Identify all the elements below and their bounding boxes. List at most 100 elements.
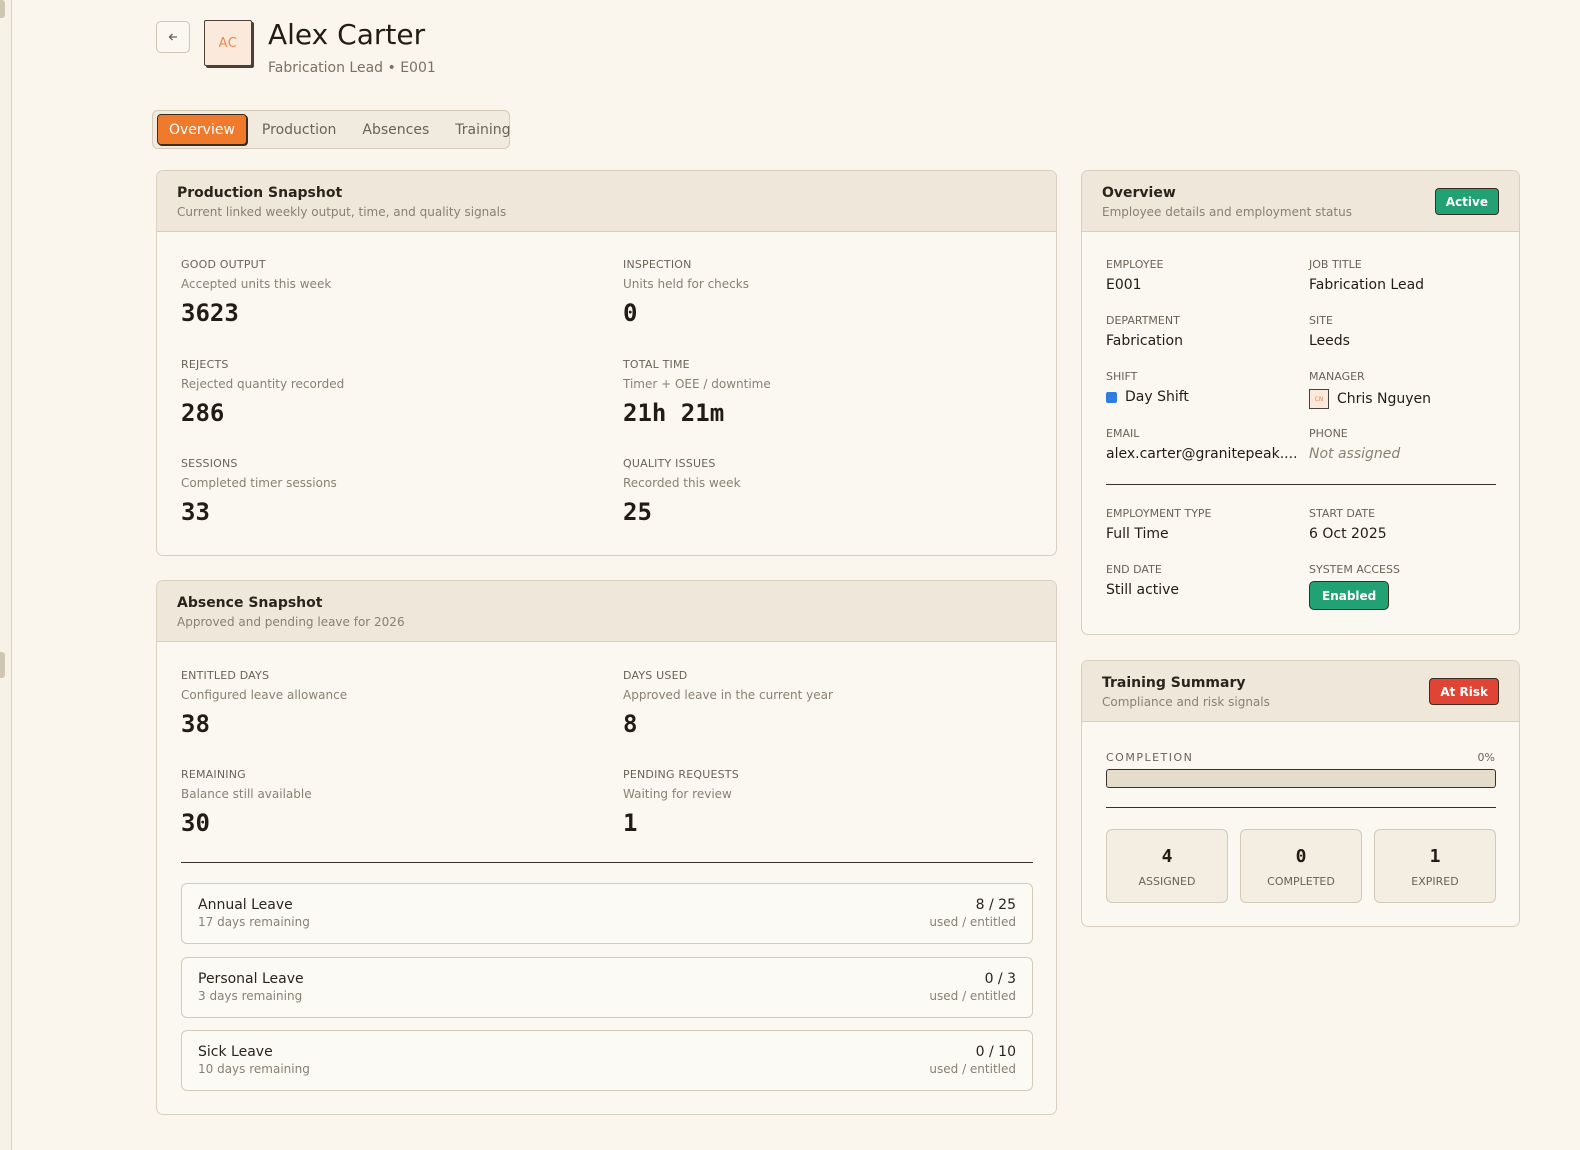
system-access-pill: Enabled bbox=[1309, 581, 1390, 610]
metric-value: 0 bbox=[623, 299, 638, 327]
card-header: Training Summary Compliance and risk sig… bbox=[1082, 661, 1519, 722]
leave-fraction: 0 / 10 bbox=[975, 1044, 1016, 1060]
leave-row-personal: Personal Leave 3 days remaining 0 / 3 us… bbox=[181, 957, 1033, 1018]
card-title: Production Snapshot bbox=[177, 185, 343, 201]
field-value: Day Shift bbox=[1106, 389, 1189, 405]
metric-label: Inspection bbox=[623, 258, 692, 271]
metric-quality-issues: Quality Issues Recorded this week 25 bbox=[623, 457, 741, 526]
card-subtitle: Current linked weekly output, time, and … bbox=[177, 205, 507, 219]
metric-desc: Units held for checks bbox=[623, 277, 749, 291]
metric-label: Good Output bbox=[181, 258, 266, 271]
field-value: Leeds bbox=[1309, 333, 1350, 349]
training-summary-card: Training Summary Compliance and risk sig… bbox=[1081, 660, 1520, 927]
field-site: Site Leeds bbox=[1309, 314, 1350, 349]
manager-name[interactable]: Chris Nguyen bbox=[1337, 391, 1431, 407]
metric-desc: Accepted units this week bbox=[181, 277, 332, 291]
shift-color-swatch bbox=[1106, 391, 1117, 403]
metric-value: 21h 21m bbox=[623, 399, 725, 427]
card-subtitle: Approved and pending leave for 2026 bbox=[177, 615, 405, 629]
metric-label: Quality Issues bbox=[623, 457, 716, 470]
metric-remaining: Remaining Balance still available 30 bbox=[181, 768, 312, 837]
metric-label: Days Used bbox=[623, 669, 688, 682]
metric-desc: Waiting for review bbox=[623, 787, 732, 801]
metric-value: 3623 bbox=[181, 299, 239, 327]
back-button[interactable] bbox=[156, 21, 190, 53]
metric-label: Pending Requests bbox=[623, 768, 739, 781]
leave-unit: used / entitled bbox=[929, 1062, 1016, 1076]
divider bbox=[1106, 484, 1496, 485]
metric-label: Remaining bbox=[181, 768, 246, 781]
metric-desc: Approved leave in the current year bbox=[623, 688, 833, 702]
metric-value: 30 bbox=[181, 809, 210, 837]
metric-value: 1 bbox=[623, 809, 638, 837]
stat-assigned: 4 ASSIGNED bbox=[1106, 829, 1228, 903]
field-label: End Date bbox=[1106, 563, 1162, 576]
stat-label: ASSIGNED bbox=[1138, 875, 1196, 888]
field-value: 6 Oct 2025 bbox=[1309, 526, 1387, 542]
field-value: Fabrication Lead bbox=[1309, 277, 1425, 293]
avatar: AC bbox=[204, 20, 252, 66]
stat-label: COMPLETED bbox=[1267, 875, 1335, 888]
rail-handle-top[interactable] bbox=[0, 0, 5, 18]
metric-desc: Completed timer sessions bbox=[181, 476, 337, 490]
leave-remaining: 10 days remaining bbox=[198, 1062, 310, 1076]
metric-desc: Configured leave allowance bbox=[181, 688, 348, 702]
field-start-date: Start Date 6 Oct 2025 bbox=[1309, 507, 1387, 542]
field-label: Phone bbox=[1309, 427, 1348, 440]
risk-badge: At Risk bbox=[1429, 678, 1499, 705]
metric-days-used: Days Used Approved leave in the current … bbox=[623, 669, 833, 738]
tab-training[interactable]: Training bbox=[444, 114, 521, 145]
field-manager: Manager CN Chris Nguyen bbox=[1309, 370, 1431, 409]
field-label: Department bbox=[1106, 314, 1180, 327]
metric-desc: Balance still available bbox=[181, 787, 312, 801]
rail-handle-mid[interactable] bbox=[0, 652, 5, 678]
field-shift: Shift Day Shift bbox=[1106, 370, 1189, 405]
field-label: Job Title bbox=[1309, 258, 1362, 271]
card-title: Absence Snapshot bbox=[177, 595, 323, 611]
divider bbox=[181, 862, 1033, 863]
manager-avatar: CN bbox=[1309, 389, 1329, 409]
metric-inspection: Inspection Units held for checks 0 bbox=[623, 258, 749, 327]
tab-bar: Overview Production Absences Training bbox=[152, 110, 511, 149]
card-header: Absence Snapshot Approved and pending le… bbox=[157, 581, 1056, 642]
metric-entitled-days: Entitled Days Configured leave allowance… bbox=[181, 669, 347, 738]
metric-value: 38 bbox=[181, 710, 210, 738]
leave-remaining: 3 days remaining bbox=[198, 989, 303, 1003]
leave-name: Personal Leave bbox=[198, 971, 304, 987]
field-value[interactable]: alex.carter@granitepeak.... bbox=[1106, 446, 1296, 462]
page-title: Alex Carter bbox=[268, 18, 426, 51]
field-end-date: End Date Still active bbox=[1106, 563, 1179, 598]
tab-overview[interactable]: Overview bbox=[157, 114, 247, 145]
field-label: Employee bbox=[1106, 258, 1164, 271]
field-label: Manager bbox=[1309, 370, 1365, 383]
stat-label: EXPIRED bbox=[1411, 875, 1459, 888]
field-label: Shift bbox=[1106, 370, 1138, 383]
shift-name: Day Shift bbox=[1125, 389, 1189, 405]
field-system-access: System Access Enabled bbox=[1309, 563, 1400, 610]
field-job-title: Job Title Fabrication Lead bbox=[1309, 258, 1424, 293]
stat-expired: 1 EXPIRED bbox=[1374, 829, 1496, 903]
overview-card: Overview Employee details and employment… bbox=[1081, 170, 1520, 635]
field-value: CN Chris Nguyen bbox=[1309, 389, 1431, 409]
leave-remaining: 17 days remaining bbox=[198, 915, 310, 929]
tab-absences[interactable]: Absences bbox=[351, 114, 440, 145]
metric-value: 33 bbox=[181, 498, 210, 526]
leave-fraction: 0 / 3 bbox=[984, 971, 1016, 987]
completion-label: COMPLETION bbox=[1106, 751, 1194, 764]
leave-unit: used / entitled bbox=[929, 989, 1016, 1003]
metric-good-output: Good Output Accepted units this week 362… bbox=[181, 258, 331, 327]
tab-production[interactable]: Production bbox=[251, 114, 347, 145]
metric-rejects: Rejects Rejected quantity recorded 286 bbox=[181, 358, 344, 427]
field-phone: Phone Not assigned bbox=[1309, 427, 1400, 462]
metric-total-time: Total Time Timer + OEE / downtime 21h 21… bbox=[623, 358, 771, 427]
field-value: Fabrication bbox=[1106, 333, 1183, 349]
field-department: Department Fabrication bbox=[1106, 314, 1183, 349]
metric-label: Sessions bbox=[181, 457, 238, 470]
field-email: Email alex.carter@granitepeak.... bbox=[1106, 427, 1296, 462]
metric-label: Total Time bbox=[623, 358, 690, 371]
leave-row-sick: Sick Leave 10 days remaining 0 / 10 used… bbox=[181, 1030, 1033, 1091]
stat-number: 4 bbox=[1161, 846, 1173, 867]
field-value: Full Time bbox=[1106, 526, 1169, 542]
field-label: Email bbox=[1106, 427, 1140, 440]
field-label: System Access bbox=[1309, 563, 1400, 576]
